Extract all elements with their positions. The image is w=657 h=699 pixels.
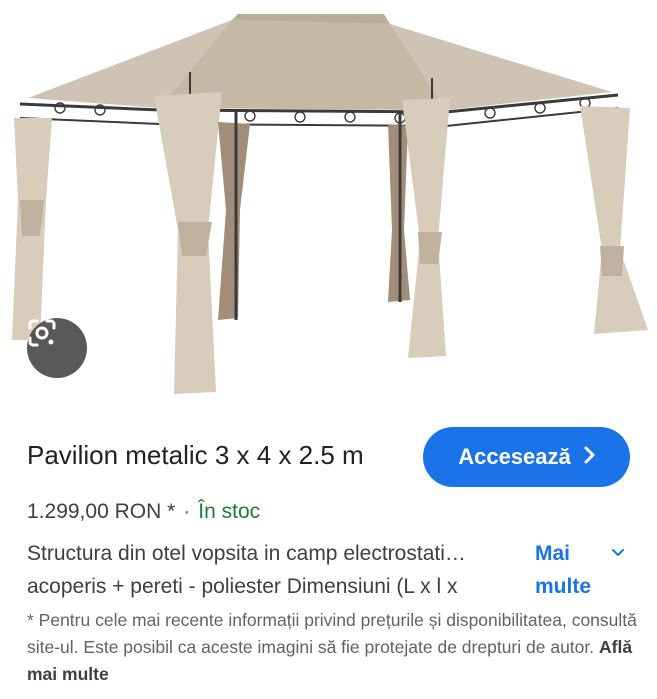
- separator-dot: ·: [183, 500, 191, 523]
- price: 1.299,00 RON *: [27, 500, 176, 523]
- chevron-down-icon: [611, 537, 625, 580]
- more-button[interactable]: Mai multe: [535, 537, 635, 603]
- chevron-right-icon: [583, 444, 595, 470]
- disclaimer: * Pentru cele mai recente informații pri…: [27, 607, 637, 688]
- google-lens-icon[interactable]: [27, 318, 87, 378]
- stock-status: În stoc: [198, 500, 261, 523]
- product-description: Structura din otel vopsita in camp elect…: [27, 537, 527, 603]
- price-row: 1.299,00 RON * · În stoc: [27, 500, 260, 524]
- curtain-back-left: [218, 122, 250, 320]
- visit-button[interactable]: Accesează: [423, 427, 630, 487]
- product-image[interactable]: [0, 0, 657, 410]
- disclaimer-text: * Pentru cele mai recente informații pri…: [27, 610, 637, 657]
- product-title[interactable]: Pavilion metalic 3 x 4 x 2.5 m: [27, 440, 364, 471]
- curtain-front-right: [402, 98, 450, 358]
- visit-button-label: Accesează: [458, 444, 571, 469]
- gazebo-illustration: [12, 14, 648, 394]
- description-line-1: Structura din otel vopsita in camp elect…: [27, 542, 466, 565]
- description-line-2: acoperis + pereti - poliester Dimensiuni…: [27, 575, 458, 598]
- curtain-right: [580, 106, 648, 334]
